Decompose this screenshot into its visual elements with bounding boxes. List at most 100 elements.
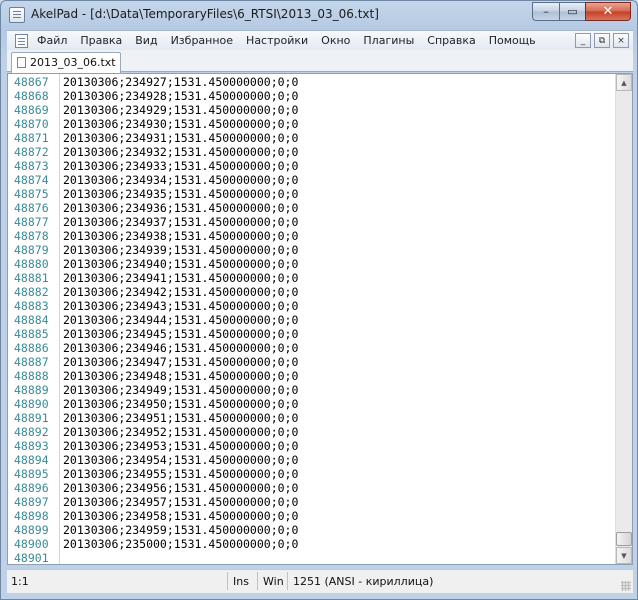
akelpad-app-icon[interactable] [9, 7, 25, 23]
text-line[interactable]: 20130306;234937;1531.450000000;0;0 [63, 215, 298, 229]
menu-item-3[interactable]: Избранное [171, 34, 233, 47]
tab-strip: 2013_03_06.txt [7, 50, 633, 73]
mdi-restore-button[interactable]: ⧉ [594, 33, 610, 48]
line-number: 48883 [14, 299, 49, 313]
menu-item-6[interactable]: Плагины [363, 34, 414, 47]
window-title: AkelPad - [d:\Data\TemporaryFiles\6_RTSI… [31, 7, 379, 21]
menu-item-5[interactable]: Окно [321, 34, 350, 47]
text-editor[interactable]: 48867 48868 48869 48870 48871 48872 48873 48874… [7, 73, 633, 565]
insert-mode[interactable]: Ins [233, 575, 249, 588]
text-line[interactable]: 20130306;234951;1531.450000000;0;0 [63, 411, 298, 425]
line-number: 48888 [14, 369, 49, 383]
line-number: 48900 [14, 537, 49, 551]
codepage[interactable]: 1251 (ANSI - кириллица) [293, 575, 433, 588]
line-numbers: 48867 48868 48869 48870 48871 48872 48873 48874… [14, 75, 49, 565]
menu-item-1[interactable]: Правка [80, 34, 122, 47]
text-line[interactable]: 20130306;234936;1531.450000000;0;0 [63, 201, 298, 215]
tab-2013-03-06[interactable]: 2013_03_06.txt [11, 52, 121, 73]
menu-item-0[interactable]: Файл [37, 34, 67, 47]
menu-items: Файл Правка Вид Избранное Настройки Окно Плаги… [37, 34, 549, 47]
text-line[interactable]: 20130306;234940;1531.450000000;0;0 [63, 257, 298, 271]
text-line[interactable]: 20130306;234928;1531.450000000;0;0 [63, 89, 298, 103]
line-ending[interactable]: Win [263, 575, 284, 588]
resize-grip[interactable] [621, 581, 631, 591]
cursor-position: 1:1 [11, 575, 29, 588]
document-icon[interactable] [15, 34, 28, 48]
line-number: 48873 [14, 159, 49, 173]
text-line[interactable]: 20130306;234939;1531.450000000;0;0 [63, 243, 298, 257]
line-number: 48870 [14, 117, 49, 131]
scroll-down-button[interactable]: ▼ [616, 547, 632, 564]
text-line[interactable]: 20130306;234955;1531.450000000;0;0 [63, 467, 298, 481]
line-number: 48886 [14, 341, 49, 355]
menu-item-8[interactable]: Помощь [489, 34, 536, 47]
maximize-button[interactable]: ▭ [559, 2, 585, 21]
text-line[interactable]: 20130306;234954;1531.450000000;0;0 [63, 453, 298, 467]
editor-text[interactable]: 20130306;234927;1531.450000000;0;0 201303… [63, 75, 298, 564]
text-line[interactable]: 20130306;234930;1531.450000000;0;0 [63, 117, 298, 131]
line-number: 48879 [14, 243, 49, 257]
text-line[interactable]: 20130306;234935;1531.450000000;0;0 [63, 187, 298, 201]
text-line[interactable]: 20130306;234950;1531.450000000;0;0 [63, 397, 298, 411]
line-number: 48876 [14, 201, 49, 215]
text-line[interactable]: 20130306;234959;1531.450000000;0;0 [63, 523, 298, 537]
menu-bar: Файл Правка Вид Избранное Настройки Окно Плаги… [7, 30, 633, 50]
line-number: 48880 [14, 257, 49, 271]
close-button[interactable]: ✕ [585, 2, 631, 21]
line-number: 48878 [14, 229, 49, 243]
scroll-thumb[interactable] [616, 532, 632, 546]
text-line[interactable] [63, 551, 298, 564]
line-number: 48881 [14, 271, 49, 285]
line-number-gutter: 48867 48868 48869 48870 48871 48872 48873 48874… [8, 74, 60, 564]
minimize-button[interactable]: – [532, 2, 559, 21]
tab-label: 2013_03_06.txt [30, 56, 116, 69]
menu-item-2[interactable]: Вид [135, 34, 157, 47]
menu-item-7[interactable]: Справка [427, 34, 475, 47]
scroll-up-button[interactable]: ▲ [616, 74, 632, 91]
text-line[interactable]: 20130306;234932;1531.450000000;0;0 [63, 145, 298, 159]
title-bar[interactable]: AkelPad - [d:\Data\TemporaryFiles\6_RTSI… [1, 1, 637, 29]
line-number: 48901 [14, 551, 49, 565]
window-controls: – ▭ ✕ [532, 2, 631, 21]
text-line[interactable]: 20130306;234941;1531.450000000;0;0 [63, 271, 298, 285]
text-line[interactable]: 20130306;234947;1531.450000000;0;0 [63, 355, 298, 369]
text-line[interactable]: 20130306;235000;1531.450000000;0;0 [63, 537, 298, 551]
vertical-scrollbar[interactable]: ▲ ▼ [615, 74, 632, 564]
text-line[interactable]: 20130306;234956;1531.450000000;0;0 [63, 481, 298, 495]
mdi-close-button[interactable]: × [613, 33, 629, 48]
line-number: 48885 [14, 327, 49, 341]
text-line[interactable]: 20130306;234927;1531.450000000;0;0 [63, 75, 298, 89]
text-line[interactable]: 20130306;234931;1531.450000000;0;0 [63, 131, 298, 145]
status-bar: 1:1 Ins Win 1251 (ANSI - кириллица) [7, 569, 633, 593]
line-number: 48875 [14, 187, 49, 201]
text-line[interactable]: 20130306;234943;1531.450000000;0;0 [63, 299, 298, 313]
mdi-minimize-button[interactable]: _ [575, 33, 591, 48]
text-line[interactable]: 20130306;234953;1531.450000000;0;0 [63, 439, 298, 453]
line-number: 48868 [14, 89, 49, 103]
line-number: 48890 [14, 397, 49, 411]
line-number: 48897 [14, 495, 49, 509]
line-number: 48896 [14, 481, 49, 495]
line-number: 48884 [14, 313, 49, 327]
text-line[interactable]: 20130306;234949;1531.450000000;0;0 [63, 383, 298, 397]
text-line[interactable]: 20130306;234957;1531.450000000;0;0 [63, 495, 298, 509]
text-line[interactable]: 20130306;234952;1531.450000000;0;0 [63, 425, 298, 439]
text-line[interactable]: 20130306;234934;1531.450000000;0;0 [63, 173, 298, 187]
text-line[interactable]: 20130306;234958;1531.450000000;0;0 [63, 509, 298, 523]
text-line[interactable]: 20130306;234938;1531.450000000;0;0 [63, 229, 298, 243]
mdi-controls: _ ⧉ × [575, 33, 629, 48]
line-number: 48892 [14, 425, 49, 439]
text-line[interactable]: 20130306;234942;1531.450000000;0;0 [63, 285, 298, 299]
text-line[interactable]: 20130306;234945;1531.450000000;0;0 [63, 327, 298, 341]
text-line[interactable]: 20130306;234944;1531.450000000;0;0 [63, 313, 298, 327]
status-separator [287, 572, 288, 590]
line-number: 48867 [14, 75, 49, 89]
line-number: 48871 [14, 131, 49, 145]
line-number: 48893 [14, 439, 49, 453]
text-line[interactable]: 20130306;234933;1531.450000000;0;0 [63, 159, 298, 173]
menu-item-4[interactable]: Настройки [246, 34, 308, 47]
text-line[interactable]: 20130306;234946;1531.450000000;0;0 [63, 341, 298, 355]
text-line[interactable]: 20130306;234929;1531.450000000;0;0 [63, 103, 298, 117]
text-line[interactable]: 20130306;234948;1531.450000000;0;0 [63, 369, 298, 383]
status-separator [227, 572, 228, 590]
